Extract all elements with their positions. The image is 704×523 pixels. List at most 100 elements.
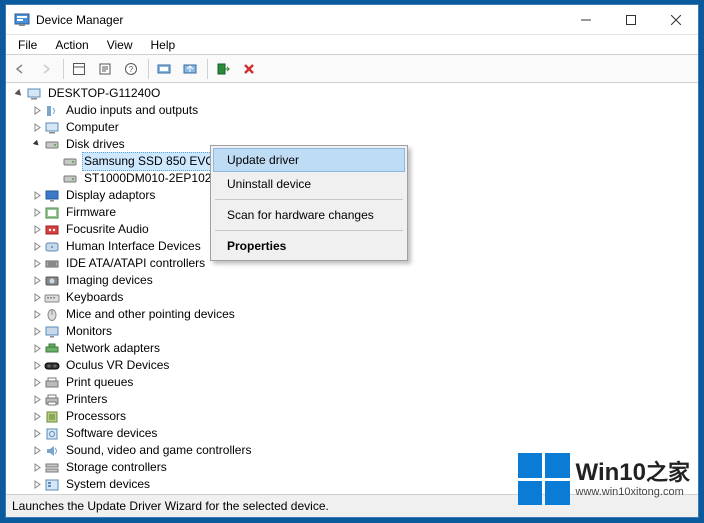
help-button[interactable]: ? [119,57,143,81]
tree-leaf-label: ST1000DM010-2EP102 [82,170,213,187]
tree-node[interactable]: Imaging devices [8,272,698,289]
forward-button[interactable] [34,57,58,81]
tree-node[interactable]: Mice and other pointing devices [8,306,698,323]
uninstall-device-button[interactable] [237,57,261,81]
expand-icon[interactable] [30,461,44,475]
expand-icon[interactable] [30,478,44,492]
show-hide-console-button[interactable] [67,57,91,81]
tree-root-label: DESKTOP-G11240O [46,85,162,102]
ctx-uninstall-device[interactable]: Uninstall device [213,172,405,196]
expand-icon[interactable] [30,325,44,339]
audio-icon [44,103,60,119]
expand-icon[interactable] [30,189,44,203]
expand-icon[interactable] [30,410,44,424]
hid-icon [44,239,60,255]
menubar: File Action View Help [6,35,698,55]
monitor-icon [44,324,60,340]
watermark-brand: Win10 [576,459,646,486]
menu-view[interactable]: View [99,37,141,53]
ctx-properties[interactable]: Properties [213,234,405,258]
watermark: Win10之家 www.win10xitong.com [518,453,690,505]
tree-node-label: Keyboards [64,289,125,306]
ctx-separator [215,230,403,231]
keyboard-icon [44,290,60,306]
expand-icon[interactable] [30,427,44,441]
minimize-button[interactable] [563,5,608,34]
expand-icon[interactable] [30,393,44,407]
computer-icon [44,120,60,136]
expand-icon[interactable] [30,359,44,373]
window-title: Device Manager [36,13,563,27]
tree-node-label: IDE ATA/ATAPI controllers [64,255,207,272]
tree-node[interactable]: Computer [8,119,698,136]
app-icon [14,12,30,28]
menu-file[interactable]: File [10,37,45,53]
software-icon [44,426,60,442]
tree-node-label: System devices [64,476,152,493]
cpu-icon [44,409,60,425]
tree-node-label: Oculus VR Devices [64,357,171,374]
menu-help[interactable]: Help [143,37,184,53]
tree-node[interactable]: Network adapters [8,340,698,357]
tree-node-label: Network adapters [64,340,162,357]
tree-node-label: Software devices [64,425,159,442]
scan-hardware-button[interactable] [152,57,176,81]
tree-node-label: Print queues [64,374,135,391]
expand-icon[interactable] [30,206,44,220]
tree-node[interactable]: Processors [8,408,698,425]
tree-node-label: Display adaptors [64,187,157,204]
app-window: Device Manager File Action View Help ? D… [5,4,699,518]
update-driver-button[interactable] [178,57,202,81]
expand-icon[interactable] [30,376,44,390]
back-button[interactable] [8,57,32,81]
tree-node[interactable]: Software devices [8,425,698,442]
windows-logo-icon [518,453,570,505]
expand-icon[interactable] [30,223,44,237]
expand-icon[interactable] [30,308,44,322]
printq-icon [44,375,60,391]
tree-node-label: Human Interface Devices [64,238,203,255]
expand-icon[interactable] [30,342,44,356]
context-menu: Update driver Uninstall device Scan for … [210,145,408,261]
tree-node-label: Computer [64,119,121,136]
imaging-icon [44,273,60,289]
tree-node-label: Universal Serial Bus controllers [64,493,235,494]
display-icon [44,188,60,204]
watermark-brand-zh: 之家 [646,460,690,485]
enable-device-button[interactable] [211,57,235,81]
tree-node-label: Disk drives [64,136,127,153]
expand-icon[interactable] [30,274,44,288]
expand-icon[interactable] [30,257,44,271]
maximize-button[interactable] [608,5,653,34]
expand-icon[interactable] [30,121,44,135]
tree-node[interactable]: Keyboards [8,289,698,306]
expand-icon[interactable] [30,104,44,118]
system-icon [44,477,60,493]
toolbar-separator [148,59,149,79]
ctx-scan-hardware[interactable]: Scan for hardware changes [213,203,405,227]
printer-icon [44,392,60,408]
audio2-icon [44,222,60,238]
tree-node-label: Storage controllers [64,459,169,476]
disk-icon [62,154,78,170]
status-text: Launches the Update Driver Wizard for th… [12,499,329,513]
ctx-update-driver[interactable]: Update driver [213,148,405,172]
tree-node[interactable]: Printers [8,391,698,408]
tree-node[interactable]: Audio inputs and outputs [8,102,698,119]
tree-node[interactable]: Monitors [8,323,698,340]
tree-node[interactable]: Oculus VR Devices [8,357,698,374]
collapse-icon[interactable] [12,87,26,101]
firmware-icon [44,205,60,221]
expand-icon[interactable] [30,240,44,254]
properties-button[interactable] [93,57,117,81]
tree-node-label: Sound, video and game controllers [64,442,253,459]
expand-icon[interactable] [30,444,44,458]
close-button[interactable] [653,5,698,34]
toolbar-separator [207,59,208,79]
network-icon [44,341,60,357]
expand-icon[interactable] [30,291,44,305]
menu-action[interactable]: Action [47,37,96,53]
tree-node[interactable]: Print queues [8,374,698,391]
tree-root[interactable]: DESKTOP-G11240O [8,85,698,102]
collapse-icon[interactable] [30,138,44,152]
